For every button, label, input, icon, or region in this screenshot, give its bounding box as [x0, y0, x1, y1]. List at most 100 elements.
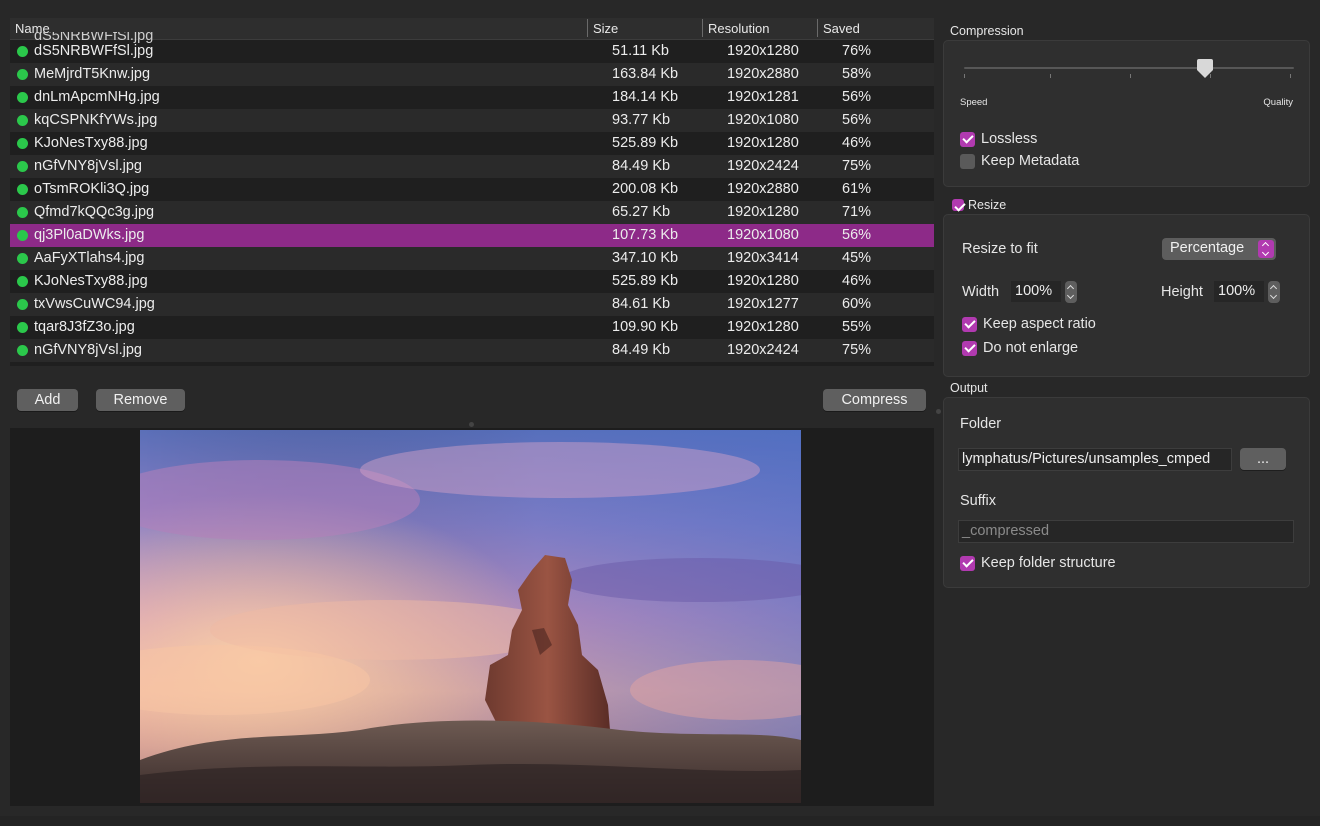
resize-toggle[interactable]: Resize — [952, 198, 1006, 212]
add-button[interactable]: Add — [17, 389, 78, 411]
compress-button[interactable]: Compress — [823, 389, 926, 411]
checkbox-check-icon — [962, 340, 977, 356]
file-saved: 46% — [842, 273, 872, 289]
panel-splitter-handle[interactable] — [936, 409, 941, 414]
table-row[interactable]: AaFyXTlahs4.jpg 347.10 Kb 1920x3414 45% — [10, 247, 934, 270]
file-saved: 60% — [842, 296, 872, 312]
status-dot-icon — [17, 230, 28, 241]
no-enlarge-checkbox[interactable]: Do not enlarge — [962, 340, 1078, 356]
file-size: 65.27 Kb — [612, 204, 671, 220]
file-resolution: 1920x1280 — [727, 43, 799, 59]
file-saved: 75% — [842, 342, 872, 358]
folder-label: Folder — [960, 416, 1002, 432]
file-saved: 61% — [842, 181, 872, 197]
lossless-checkbox[interactable]: Lossless — [960, 131, 1037, 147]
table-row[interactable]: txVwsCuWC94.jpg 84.61 Kb 1920x1277 60% — [10, 293, 934, 316]
table-row[interactable]: MeMjrdT5Knw.jpg 163.84 Kb 1920x2880 58% — [10, 63, 934, 86]
remove-button[interactable]: Remove — [96, 389, 185, 411]
table-row[interactable]: KJoNesTxy88.jpg 525.89 Kb 1920x1280 46% — [10, 132, 934, 155]
file-name: AaFyXTlahs4.jpg — [34, 250, 145, 266]
keep-metadata-checkbox[interactable]: Keep Metadata — [960, 153, 1079, 169]
column-header-resolution[interactable]: Resolution — [701, 19, 769, 37]
table-row[interactable]: tqar8J3fZ3o.jpg 109.90 Kb 1920x1280 55% — [10, 316, 934, 339]
table-row[interactable]: nGfVNY8jVsl.jpg 84.49 Kb 1920x2424 75% — [10, 339, 934, 362]
file-size: 84.49 Kb — [612, 158, 671, 174]
column-header-size[interactable]: Size — [586, 19, 618, 37]
file-resolution: 1920x1080 — [727, 112, 799, 128]
file-name: nGfVNY8jVsl.jpg — [34, 158, 142, 174]
file-name: Qfmd7kQQc3g.jpg — [34, 204, 155, 220]
file-size: 93.77 Kb — [612, 112, 671, 128]
file-size: 51.11 Kb — [612, 43, 669, 59]
width-label: Width — [962, 284, 1000, 300]
keep-metadata-label: Keep Metadata — [981, 153, 1080, 169]
checkbox-check-icon — [962, 316, 977, 332]
keep-folder-structure-checkbox[interactable]: Keep folder structure — [960, 555, 1116, 571]
file-name: oTsmROKli3Q.jpg — [34, 181, 150, 197]
width-stepper-icon[interactable] — [1065, 281, 1077, 303]
file-name: kqCSPNKfYWs.jpg — [34, 112, 158, 128]
lossless-label: Lossless — [981, 131, 1038, 147]
table-row[interactable]: dS5NRBWFfSl.jpg 51.11 Kb 1920x1280 76% — [10, 40, 934, 63]
keep-aspect-checkbox[interactable]: Keep aspect ratio — [962, 316, 1096, 332]
file-resolution: 1920x3414 — [727, 250, 799, 266]
status-dot-icon — [17, 138, 28, 149]
suffix-input[interactable]: _compressed — [958, 520, 1294, 543]
splitter-handle[interactable] — [469, 422, 474, 427]
table-row[interactable]: dnLmApcmNHg.jpg 184.14 Kb 1920x1281 56% — [10, 86, 934, 109]
height-stepper-icon[interactable] — [1268, 281, 1280, 303]
file-saved: 55% — [842, 319, 872, 335]
resize-section-title: Resize — [968, 198, 1007, 212]
compression-box: Speed Quality Lossless Keep Metadata — [943, 40, 1310, 187]
keep-aspect-label: Keep aspect ratio — [983, 316, 1096, 332]
quality-slider[interactable] — [964, 59, 1294, 79]
status-dot-icon — [17, 92, 28, 103]
status-bar — [0, 816, 1320, 826]
file-saved: 46% — [842, 135, 872, 151]
table-row[interactable]: Qfmd7kQQc3g.jpg 65.27 Kb 1920x1280 71% — [10, 201, 934, 224]
file-name: KJoNesTxy88.jpg — [34, 273, 148, 289]
file-saved: 75% — [842, 158, 872, 174]
width-input[interactable]: 100% — [1011, 281, 1061, 302]
file-saved: 76% — [842, 43, 872, 59]
file-name: tqar8J3fZ3o.jpg — [34, 319, 135, 335]
slider-max-label: Quality — [1263, 97, 1293, 108]
status-dot-icon — [17, 322, 28, 333]
status-dot-icon — [17, 161, 28, 172]
file-size: 200.08 Kb — [612, 181, 679, 197]
file-saved: 45% — [842, 250, 872, 266]
table-row[interactable]: kqCSPNKfYWs.jpg 93.77 Kb 1920x1080 56% — [10, 109, 934, 132]
folder-path-input[interactable]: lymphatus/Pictures/unsamples_cmped — [958, 448, 1232, 471]
resize-mode-select[interactable]: Percentage — [1162, 238, 1276, 260]
table-row[interactable]: oTsmROKli3Q.jpg 200.08 Kb 1920x2880 61% — [10, 178, 934, 201]
status-dot-icon — [17, 276, 28, 287]
slider-thumb[interactable] — [1196, 59, 1214, 79]
file-name: dS5NRBWFfSl.jpg — [34, 43, 154, 59]
file-name: KJoNesTxy88.jpg — [34, 135, 148, 151]
table-row[interactable]: qj3Pl0aDWks.jpg 107.73 Kb 1920x1080 56% — [10, 224, 934, 247]
file-name: qj3Pl0aDWks.jpg — [34, 227, 145, 243]
browse-folder-button[interactable]: ... — [1240, 448, 1286, 470]
file-saved: 56% — [842, 227, 872, 243]
file-saved: 56% — [842, 89, 872, 105]
column-header-saved[interactable]: Saved — [817, 19, 860, 37]
file-resolution: 1920x1280 — [727, 273, 799, 289]
file-table[interactable]: Name Size Resolution Saved dS5NRBWFfSl.j… — [10, 18, 934, 366]
file-size: 525.89 Kb — [612, 273, 679, 289]
file-size: 84.49 Kb — [612, 342, 671, 358]
height-input[interactable]: 100% — [1214, 281, 1264, 302]
file-size: 525.89 Kb — [612, 135, 679, 151]
status-dot-icon — [17, 115, 28, 126]
file-resolution: 1920x1280 — [727, 135, 799, 151]
file-size: 347.10 Kb — [612, 250, 679, 266]
table-rows: dS5NRBWFfSl.jpg dS5NRBWFfSl.jpg 51.11 Kb 19… — [10, 32, 934, 362]
table-row[interactable]: KJoNesTxy88.jpg 525.89 Kb 1920x1280 46% — [10, 270, 934, 293]
height-label: Height — [1161, 284, 1203, 300]
image-preview — [10, 428, 934, 806]
status-dot-icon — [17, 299, 28, 310]
file-resolution: 1920x1080 — [727, 227, 799, 243]
checkbox-empty-icon — [960, 153, 975, 169]
file-resolution: 1920x1280 — [727, 204, 799, 220]
status-dot-icon — [17, 46, 28, 57]
table-row[interactable]: nGfVNY8jVsl.jpg 84.49 Kb 1920x2424 75% — [10, 155, 934, 178]
